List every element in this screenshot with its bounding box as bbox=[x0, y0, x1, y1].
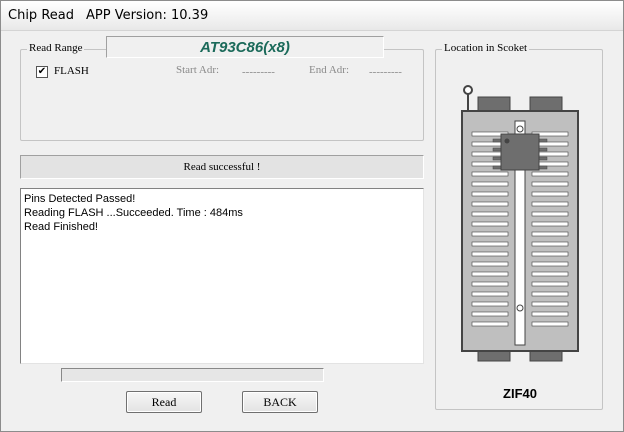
socket-lever-knob bbox=[463, 85, 473, 95]
socket-pin-slot bbox=[471, 321, 509, 327]
socket-top-hole bbox=[516, 125, 524, 133]
chip-read-window: Chip Read APP Version: 10.39 Read Range A… bbox=[0, 0, 624, 432]
chip-name: AT93C86(x8) bbox=[200, 38, 290, 56]
socket-pin-slot bbox=[531, 291, 569, 297]
socket-pin-slot bbox=[471, 291, 509, 297]
socket-pin-slot bbox=[531, 301, 569, 307]
end-adr-value: --------- bbox=[369, 66, 402, 78]
socket-pin-slot bbox=[471, 211, 509, 217]
window-title-text: Chip Read APP Version: 10.39 bbox=[8, 8, 208, 23]
socket-pin-slot bbox=[471, 241, 509, 247]
status-text: Read successful ! bbox=[183, 161, 261, 173]
start-adr-value: --------- bbox=[242, 66, 275, 78]
title-bar: Chip Read APP Version: 10.39 bbox=[1, 1, 623, 31]
read-range-group: Read Range bbox=[20, 42, 424, 141]
socket-pin-slot bbox=[531, 221, 569, 227]
socket-pin-slot bbox=[471, 301, 509, 307]
flash-label: FLASH bbox=[54, 65, 89, 77]
socket-pin-slot bbox=[471, 191, 509, 197]
socket-pin-slot bbox=[471, 181, 509, 187]
zif-socket-name: ZIF40 bbox=[503, 386, 537, 401]
socket-pin-slot bbox=[531, 241, 569, 247]
socket-pin-slot bbox=[531, 281, 569, 287]
socket-pin-slot bbox=[531, 191, 569, 197]
read-button[interactable]: Read bbox=[126, 391, 202, 413]
socket-pin-slot bbox=[531, 271, 569, 277]
socket-pin-slot bbox=[531, 311, 569, 317]
socket-pin-slot bbox=[531, 251, 569, 257]
socket-pin-slot bbox=[471, 171, 509, 177]
flash-checkbox[interactable]: ✔ bbox=[36, 66, 48, 78]
read-button-label: Read bbox=[151, 394, 177, 409]
socket-pin-slot bbox=[531, 261, 569, 267]
log-output[interactable]: Pins Detected Passed! Reading FLASH ...S… bbox=[20, 188, 424, 364]
socket-pin-slot bbox=[531, 321, 569, 327]
socket-pin-slot bbox=[471, 201, 509, 207]
window-title: Chip Read bbox=[8, 8, 74, 23]
socket-pin-slot bbox=[471, 261, 509, 267]
socket-pin-slot bbox=[531, 211, 569, 217]
log-line: Reading FLASH ...Succeeded. Time : 484ms bbox=[24, 207, 243, 219]
chip-name-box: AT93C86(x8) bbox=[106, 36, 384, 58]
socket-pin-slot bbox=[471, 251, 509, 257]
log-line: Read Finished! bbox=[24, 221, 98, 233]
app-version: APP Version: 10.39 bbox=[85, 8, 209, 23]
socket-location-label: Location in Scoket bbox=[442, 42, 530, 54]
socket-bottom-hole bbox=[516, 304, 524, 312]
progress-bar bbox=[61, 368, 324, 382]
socket-pin-slot bbox=[471, 231, 509, 237]
log-line: Pins Detected Passed! bbox=[24, 193, 136, 205]
socket-pin-slot bbox=[471, 221, 509, 227]
socket-pin-slot bbox=[531, 171, 569, 177]
back-button[interactable]: BACK bbox=[242, 391, 318, 413]
back-button-label: BACK bbox=[263, 394, 297, 409]
socket-pin-slot bbox=[531, 231, 569, 237]
end-adr-label: End Adr: bbox=[309, 64, 350, 76]
chip-pin1-dot bbox=[504, 138, 510, 144]
socket-pin-slot bbox=[531, 181, 569, 187]
socket-pin-slot bbox=[471, 311, 509, 317]
check-mark-icon: ✔ bbox=[37, 66, 47, 77]
socket-pin-slot bbox=[471, 281, 509, 287]
read-range-label: Read Range bbox=[27, 42, 85, 54]
socket-pin-slot bbox=[471, 271, 509, 277]
start-adr-label: Start Adr: bbox=[176, 64, 220, 76]
socket-pin-slot bbox=[531, 201, 569, 207]
zif-socket-diagram bbox=[461, 85, 579, 362]
status-bar: Read successful ! bbox=[20, 155, 424, 179]
